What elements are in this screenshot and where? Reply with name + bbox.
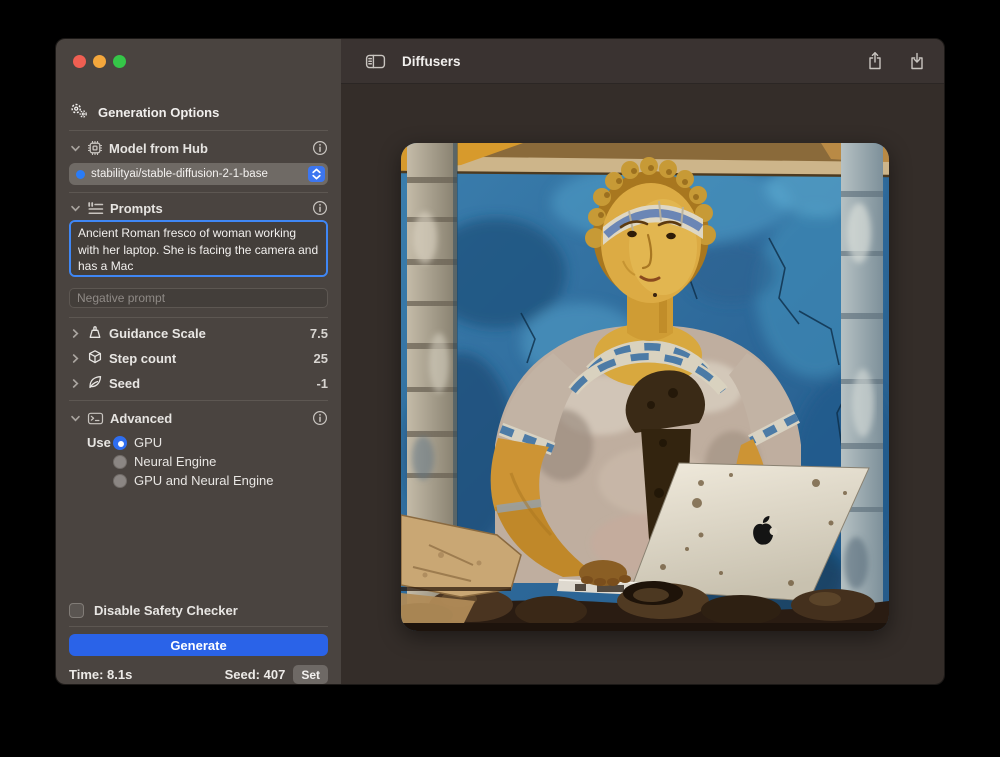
advanced-section-label: Advanced	[110, 411, 172, 426]
param-value: -1	[316, 376, 328, 391]
generated-image	[401, 143, 889, 631]
radio-label: GPU and Neural Engine	[134, 473, 273, 488]
use-label: Use	[87, 435, 113, 450]
close-button[interactable]	[73, 55, 86, 68]
select-chevrons-icon[interactable]	[308, 166, 325, 182]
radio-gpu-and-neural-engine[interactable]	[113, 474, 127, 488]
chevron-down-icon[interactable]	[69, 203, 81, 214]
share-icon[interactable]	[867, 51, 883, 71]
negative-prompt-input[interactable]	[69, 288, 328, 308]
status-bar: Time: 8.1s Seed: 407 Set	[69, 665, 328, 684]
model-select-value: stabilityai/stable-diffusion-2-1-base	[91, 168, 304, 180]
chevron-down-icon[interactable]	[69, 143, 81, 154]
param-seed: Seed -1	[69, 376, 328, 391]
model-section-header: Model from Hub	[69, 140, 328, 156]
param-value: 7.5	[310, 326, 328, 341]
chevron-right-icon[interactable]	[69, 353, 81, 364]
param-guidance-scale: Guidance Scale 7.5	[69, 326, 328, 341]
chevron-down-icon[interactable]	[69, 413, 81, 424]
info-icon[interactable]	[312, 200, 328, 216]
param-value: 25	[314, 351, 328, 366]
disable-safety-checker-row[interactable]: Disable Safety Checker	[69, 603, 328, 618]
generate-button[interactable]: Generate	[69, 634, 328, 656]
seed-status: Seed: 407	[225, 667, 286, 682]
terminal-icon	[87, 411, 104, 426]
radio-label: GPU	[134, 435, 162, 450]
radio-neural-engine[interactable]	[113, 455, 127, 469]
fresco-illustration	[401, 143, 889, 631]
divider	[69, 192, 328, 193]
generation-options-sidebar: Generation Options Model from Hub stabil…	[56, 39, 341, 684]
diffusers-window: Generation Options Model from Hub stabil…	[55, 38, 945, 685]
radio-label: Neural Engine	[134, 454, 216, 469]
main-panel: Diffusers	[341, 39, 944, 684]
safety-checkbox[interactable]	[69, 603, 84, 618]
param-label: Guidance Scale	[109, 326, 206, 341]
save-image-icon[interactable]	[909, 51, 925, 71]
sidebar-header: Generation Options	[69, 102, 328, 122]
divider	[69, 317, 328, 318]
traffic-lights	[73, 55, 126, 68]
compute-unit-option-neural-engine[interactable]: Neural Engine	[113, 454, 328, 469]
cube-stack-icon	[87, 349, 103, 368]
advanced-section-header: Advanced	[69, 410, 328, 426]
text-quote-icon	[87, 201, 104, 216]
prompts-section-header: Prompts	[69, 200, 328, 216]
divider	[69, 400, 328, 401]
time-status: Time: 8.1s	[69, 667, 132, 682]
param-label: Seed	[109, 376, 140, 391]
sidebar-toggle-icon[interactable]	[365, 53, 386, 70]
minimize-button[interactable]	[93, 55, 106, 68]
compute-unit-option-gpu-and-neural-engine[interactable]: GPU and Neural Engine	[113, 473, 328, 488]
info-icon[interactable]	[312, 410, 328, 426]
sidebar-title: Generation Options	[98, 105, 219, 120]
model-select[interactable]: stabilityai/stable-diffusion-2-1-base	[69, 163, 328, 185]
param-label: Step count	[109, 351, 176, 366]
window-title: Diffusers	[402, 54, 461, 69]
divider	[69, 130, 328, 131]
chevron-right-icon[interactable]	[69, 378, 81, 389]
compute-unit-option-gpu[interactable]: Use GPU	[69, 435, 328, 450]
model-section-label: Model from Hub	[109, 141, 208, 156]
zoom-button[interactable]	[113, 55, 126, 68]
scale-weight-icon	[87, 324, 103, 343]
chevron-right-icon[interactable]	[69, 328, 81, 339]
cpu-chip-icon	[87, 140, 103, 156]
divider	[69, 626, 328, 627]
set-seed-button[interactable]: Set	[293, 665, 328, 684]
leaf-icon	[87, 374, 103, 393]
titlebar: Diffusers	[341, 39, 944, 84]
safety-label: Disable Safety Checker	[94, 603, 238, 618]
model-status-dot	[76, 170, 85, 179]
screenshot-stage: Generation Options Model from Hub stabil…	[0, 0, 1000, 757]
radio-gpu[interactable]	[113, 436, 127, 450]
gears-icon	[69, 102, 89, 122]
info-icon[interactable]	[312, 140, 328, 156]
prompts-section-label: Prompts	[110, 201, 163, 216]
param-step-count: Step count 25	[69, 351, 328, 366]
prompt-input[interactable]: Ancient Roman fresco of woman working wi…	[69, 220, 328, 277]
